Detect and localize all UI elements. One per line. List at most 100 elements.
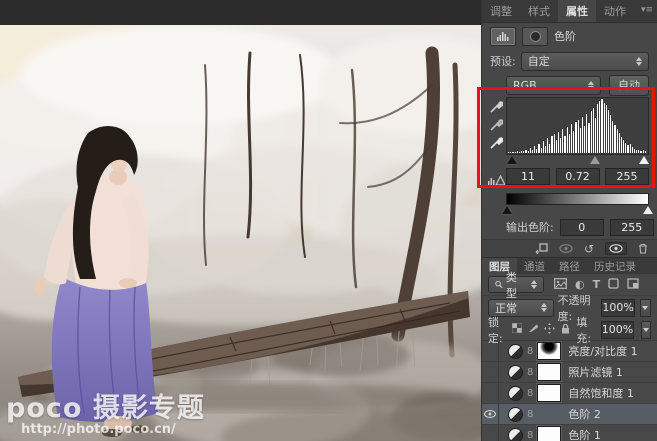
shadow-input-slider[interactable] (507, 156, 518, 164)
input-values-row (506, 166, 649, 185)
layer-name[interactable]: 自然饱和度 1 (568, 385, 634, 401)
visibility-toggle[interactable] (482, 362, 499, 382)
layer-name[interactable]: 色阶 2 (568, 406, 601, 422)
filter-icons: ◐ T (554, 277, 639, 292)
opacity-dropdown-icon[interactable] (639, 298, 651, 317)
adjustment-layer-icon[interactable] (508, 343, 523, 359)
channel-value: RGB (513, 78, 537, 92)
input-slider-track (506, 155, 649, 166)
levels-histogram[interactable] (506, 97, 649, 155)
visibility-toggle[interactable] (482, 341, 499, 361)
gray-point-eyedropper-icon[interactable] (489, 118, 503, 131)
gamma-input-field[interactable] (555, 168, 600, 185)
layer-mask-thumbnail[interactable] (537, 384, 562, 402)
channel-select[interactable]: RGB (506, 75, 601, 95)
preset-label: 预设: (490, 55, 516, 68)
lock-icons (511, 322, 570, 337)
layer-name[interactable]: 照片滤镜 1 (568, 364, 623, 380)
photo-canvas (0, 25, 481, 441)
layer-name[interactable]: 亮度/对比度 1 (568, 343, 637, 359)
clip-to-layer-icon[interactable] (535, 243, 548, 254)
filter-kind-select[interactable]: 类型 (488, 271, 544, 300)
view-previous-state-icon[interactable] (559, 244, 573, 253)
midtone-input-slider[interactable] (589, 156, 600, 164)
lock-paint-icon[interactable] (528, 323, 539, 336)
visibility-toggle[interactable] (482, 404, 499, 424)
output-gradient-bar (506, 193, 649, 205)
opacity-value[interactable]: 100% (601, 298, 635, 317)
eyedropper-column (486, 97, 506, 191)
preset-select[interactable]: 自定 (520, 51, 649, 71)
panel-menu-icon[interactable]: ▾≡ (639, 4, 655, 16)
tab-paths[interactable]: 路径 (552, 258, 587, 274)
adjustment-layer-icon[interactable] (508, 364, 523, 380)
mask-link-icon: 8 (527, 366, 534, 378)
clipping-warning-icon[interactable] (487, 174, 506, 189)
highlight-input-field[interactable] (605, 168, 649, 185)
lock-position-icon[interactable] (544, 322, 556, 337)
adjustment-layer-filter-icon[interactable]: ◐ (575, 278, 585, 291)
output-white-field[interactable] (609, 218, 654, 236)
visibility-toggle[interactable] (482, 425, 499, 441)
right-panel: 调整 样式 属性 动作 ▾≡ 色阶 预设: 自定 RGB 自动 11 0.72 … (481, 0, 657, 441)
lock-transparency-icon[interactable] (511, 322, 523, 336)
mask-button-icon[interactable] (522, 26, 548, 46)
tab-styles[interactable]: 样式 (520, 0, 558, 22)
visibility-eye-icon[interactable] (605, 242, 627, 255)
preset-value: 自定 (527, 55, 550, 68)
mask-link-icon: 8 (527, 429, 534, 441)
pixel-layer-filter-icon[interactable] (554, 277, 567, 292)
layer-row-vibrance[interactable]: 8 自然饱和度 1 (482, 383, 657, 404)
updown-arrows-icon (630, 56, 642, 66)
preset-row: 预设: 自定 (482, 47, 657, 75)
shadow-input-field[interactable] (506, 168, 550, 185)
delete-trash-icon[interactable] (638, 243, 648, 254)
properties-footer: ↺ (482, 239, 657, 257)
properties-header: 色阶 (482, 23, 657, 47)
tab-actions[interactable]: 动作 (596, 0, 634, 22)
fill-dropdown-icon[interactable] (641, 320, 651, 339)
layer-mask-thumbnail[interactable] (537, 363, 562, 381)
layer-mask-thumbnail[interactable] (537, 342, 562, 360)
output-black-slider[interactable] (502, 206, 513, 214)
layer-name[interactable]: 色阶 1 (568, 427, 601, 441)
layer-row-photo-filter[interactable]: 8 照片滤镜 1 (482, 362, 657, 383)
tab-properties[interactable]: 属性 (558, 0, 596, 22)
histogram-zone (482, 95, 657, 191)
adjustment-layer-icon[interactable] (508, 406, 523, 422)
layer-row-levels-2[interactable]: 8 色阶 2 (482, 404, 657, 441)
adjustment-title: 色阶 (554, 30, 576, 43)
white-point-eyedropper-icon[interactable] (489, 136, 503, 149)
layer-row-levels-1[interactable]: 8 色阶 1 (482, 425, 657, 441)
mask-link-icon: 8 (527, 387, 534, 399)
blend-row: 正常 不透明度: 100% (482, 294, 657, 323)
tab-history[interactable]: 历史记录 (587, 258, 643, 274)
levels-adjustment-icon[interactable] (490, 26, 516, 46)
layer-mask-thumbnail[interactable] (537, 426, 562, 441)
output-levels-row: 输出色阶: (482, 216, 657, 238)
auto-button[interactable]: 自动 (609, 74, 649, 96)
shape-layer-filter-icon[interactable] (608, 277, 619, 292)
fill-label: 填充: (576, 315, 592, 345)
updown-arrows-icon (535, 303, 547, 312)
smart-object-filter-icon[interactable] (627, 277, 639, 292)
fill-value[interactable]: 100% (600, 320, 635, 339)
tab-adjustments[interactable]: 调整 (482, 0, 520, 22)
highlight-input-slider[interactable] (638, 156, 649, 164)
black-point-eyedropper-icon[interactable] (489, 100, 503, 113)
layer-list: 8 亮度/对比度 1 8 照片滤镜 1 8 自然饱和度 1 8 色阶 2 8 色… (482, 340, 657, 441)
adjustment-layer-icon[interactable] (508, 385, 523, 401)
type-layer-filter-icon[interactable]: T (593, 278, 601, 291)
updown-arrows-icon (525, 280, 537, 289)
output-black-field[interactable] (559, 218, 604, 236)
adjustment-layer-icon[interactable] (508, 427, 523, 441)
lock-all-icon[interactable] (561, 323, 570, 337)
output-white-slider[interactable] (642, 206, 653, 214)
reset-icon[interactable]: ↺ (584, 243, 594, 255)
visibility-toggle[interactable] (482, 383, 499, 403)
photoshop-window: poco 摄影专题 http://photo.poco.cn/ 调整 样式 属性… (0, 0, 657, 441)
channel-row: RGB 自动 (482, 74, 657, 96)
mask-link-icon: 8 (527, 345, 534, 357)
updown-arrows-icon (582, 80, 594, 90)
layer-row-brightness-contrast[interactable]: 8 亮度/对比度 1 (482, 341, 657, 362)
